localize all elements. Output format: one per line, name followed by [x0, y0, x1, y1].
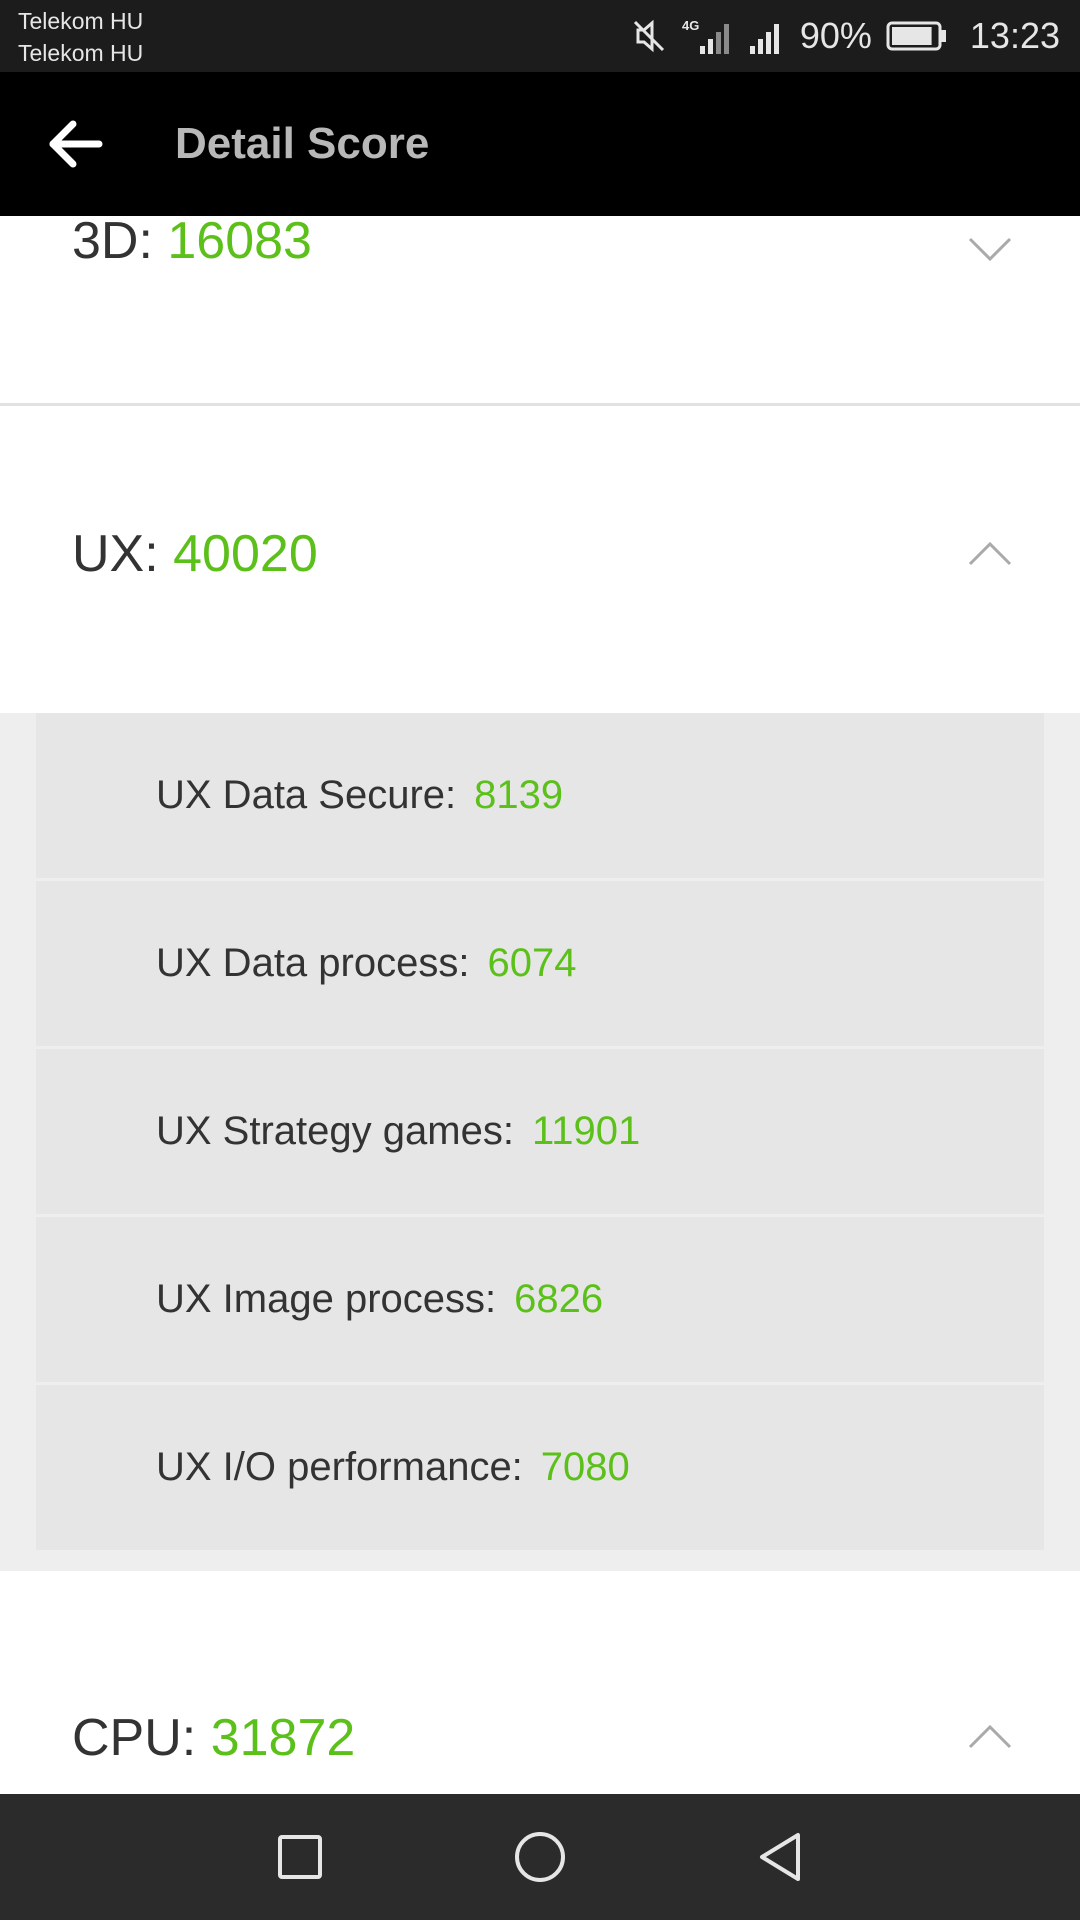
chevron-up-icon: [968, 541, 1012, 566]
section-ux-title: UX:: [72, 525, 159, 583]
ux-detail-item: UX Data process: 6074: [36, 881, 1044, 1046]
arrow-left-icon: [49, 120, 103, 168]
chevron-up-icon: [968, 1724, 1012, 1749]
section-ux-header[interactable]: UX: 40020: [0, 406, 1080, 713]
svg-text:4G: 4G: [682, 18, 699, 33]
ux-detail-label: UX Data Secure:: [156, 773, 457, 817]
battery-percentage: 90%: [799, 15, 872, 56]
screen: Telekom HU Telekom HU 4G 90% 13:23 Detai…: [0, 0, 1080, 1920]
page-title: Detail Score: [175, 119, 430, 168]
ux-detail-item: UX Image process: 6826: [36, 1217, 1044, 1382]
signal-4g-icon: 4G: [682, 18, 729, 54]
section-3d-label: 3D: 16083: [72, 216, 312, 271]
clock: 13:23: [969, 15, 1060, 56]
ux-detail-score: 6826: [514, 1277, 604, 1321]
status-bar: Telekom HU Telekom HU 4G 90% 13:23: [0, 0, 1080, 72]
carrier-name-2: Telekom HU: [18, 40, 144, 66]
navigation-bar: [0, 1794, 1080, 1920]
ux-detail-row-5: UX I/O performance: 7080: [156, 1443, 630, 1491]
signal-icon: [749, 24, 779, 54]
ux-detail-label: UX Image process:: [156, 1277, 497, 1321]
battery-icon: [886, 21, 946, 51]
section-ux-label: UX: 40020: [72, 524, 318, 584]
ux-detail-item: UX Strategy games: 11901: [36, 1049, 1044, 1214]
section-cpu-score: 31872: [210, 1709, 356, 1767]
mute-icon: [633, 19, 664, 53]
ux-detail-row-1: UX Data Secure: 8139: [156, 771, 563, 819]
back-triangle-icon[interactable]: [750, 1827, 810, 1887]
ux-detail-row-4: UX Image process: 6826: [156, 1275, 603, 1323]
section-ux-score: 40020: [173, 525, 318, 583]
carrier-name-1: Telekom HU: [18, 8, 144, 34]
back-button[interactable]: [38, 112, 112, 176]
ux-detail-row-3: UX Strategy games: 11901: [156, 1107, 640, 1155]
ux-detail-label: UX I/O performance:: [156, 1445, 523, 1489]
section-3d-title: 3D:: [72, 216, 153, 270]
ux-detail-panel: UX Data Secure: 8139 UX Data process: 6074…: [0, 713, 1080, 1571]
ux-detail-score: 11901: [531, 1109, 641, 1153]
status-indicators: 4G 90% 13:23: [632, 0, 1060, 72]
ux-detail-score: 7080: [540, 1445, 630, 1489]
score-list: 3D: 16083 UX: 40020 UX Data Secure: 8139: [0, 216, 1080, 1794]
ux-detail-label: UX Data process:: [156, 941, 470, 985]
ux-detail-item: UX I/O performance: 7080: [36, 1385, 1044, 1550]
section-3d-score: 16083: [167, 216, 312, 270]
section-3d-header[interactable]: 3D: 16083: [0, 216, 1080, 404]
ux-detail-item: UX Data Secure: 8139: [36, 713, 1044, 878]
ux-detail-row-2: UX Data process: 6074: [156, 939, 576, 987]
section-cpu-header[interactable]: CPU: 31872: [0, 1571, 1080, 1794]
app-bar: Detail Score: [0, 72, 1080, 216]
recents-square-icon[interactable]: [270, 1827, 330, 1887]
section-cpu-label: CPU: 31872: [72, 1708, 355, 1768]
ux-detail-label: UX Strategy games:: [156, 1109, 514, 1153]
chevron-down-icon: [968, 237, 1012, 262]
ux-detail-score: 8139: [474, 773, 564, 817]
ux-detail-score: 6074: [487, 941, 577, 985]
section-cpu-title: CPU:: [72, 1709, 197, 1767]
home-circle-icon[interactable]: [510, 1827, 570, 1887]
